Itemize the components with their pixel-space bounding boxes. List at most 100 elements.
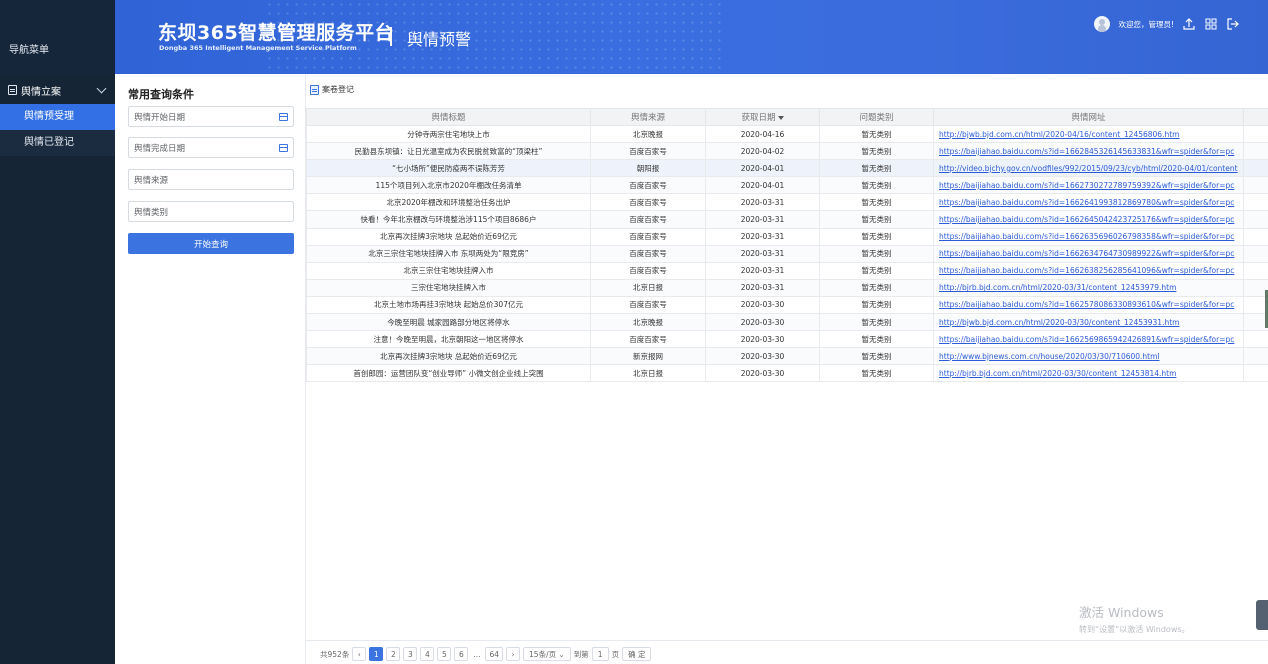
page-size-select[interactable]: 15条/页 ⌄ bbox=[523, 647, 571, 661]
watermark-line2: 转到“设置”以激活 Windows。 bbox=[1079, 625, 1190, 634]
cell-title: 北京再次挂牌3宗地块 总起始价近69亿元 bbox=[306, 347, 591, 366]
col-header-category[interactable]: 问题类别 bbox=[819, 108, 934, 126]
avatar[interactable] bbox=[1094, 16, 1111, 32]
welcome-text: 欢迎您，管理员! bbox=[1118, 19, 1174, 29]
cell-url[interactable]: https://baijiahao.baidu.com/s?id=1662635… bbox=[933, 227, 1244, 246]
cell-source: 北京晚报 bbox=[590, 124, 706, 144]
upload-icon[interactable] bbox=[1182, 17, 1196, 31]
cell-spacer bbox=[1243, 210, 1268, 229]
table-row[interactable]: 三宗住宅地块挂牌入市 北京日报 2020-03-31 暂无类别 http://bjrb.… bbox=[306, 278, 1268, 297]
page-button-2[interactable]: 2 bbox=[386, 647, 401, 661]
cell-url[interactable]: http://bjrb.bjd.com.cn/html/2020-03/31/c… bbox=[933, 278, 1244, 297]
page-button-5[interactable]: 5 bbox=[437, 647, 452, 661]
page-button-3[interactable]: 3 bbox=[403, 647, 418, 661]
watermark-line1: 激活 Windows bbox=[1079, 605, 1164, 620]
cell-date: 2020-03-30 bbox=[705, 313, 820, 332]
table-row[interactable]: 注意！今晚至明晨，北京朝阳这一地区将停水 百度百家号 2020-03-30 暂无类别 h… bbox=[306, 330, 1268, 349]
cell-title: 北京三宗住宅地块挂牌入市 bbox=[306, 261, 591, 280]
cell-url[interactable]: http://www.bjnews.com.cn/house/2020/03/3… bbox=[933, 347, 1244, 366]
sidebar-item-pre-accept[interactable]: 舆情预受理 bbox=[0, 104, 115, 130]
cell-spacer bbox=[1243, 347, 1268, 366]
next-page-button[interactable]: › bbox=[506, 647, 521, 661]
sidebar-item-registered[interactable]: 舆情已登记 bbox=[0, 130, 115, 156]
cell-url[interactable]: https://baijiahao.baidu.com/s?id=1662730… bbox=[933, 176, 1244, 195]
table-row[interactable]: 快看！今年北京棚改与环境整治涉115个项目8686户 百度百家号 2020-03-3… bbox=[306, 210, 1268, 229]
page-button-6[interactable]: 6 bbox=[454, 647, 469, 661]
table-row[interactable]: 北京三宗住宅地块挂牌入市 东坝两处为“限竞房” 百度百家号 2020-03-31 暂无… bbox=[306, 244, 1268, 263]
cell-category: 暂无类别 bbox=[819, 330, 934, 349]
cell-source: 百度百家号 bbox=[590, 193, 706, 212]
cell-url[interactable]: https://baijiahao.baidu.com/s?id=1662638… bbox=[933, 261, 1244, 280]
brand-subtitle: Dongba 365 Intelligent Management Servic… bbox=[159, 44, 357, 52]
cell-source: 朝阳报 bbox=[590, 159, 706, 178]
cell-url[interactable]: http://bjwb.bjd.com.cn/html/2020-04/16/c… bbox=[933, 124, 1244, 144]
cell-date: 2020-03-30 bbox=[705, 364, 820, 383]
table-row[interactable]: 北京三宗住宅地块挂牌入市 百度百家号 2020-03-31 暂无类别 https://b… bbox=[306, 261, 1268, 280]
col-header-date[interactable]: 获取日期 bbox=[705, 108, 820, 126]
floating-side-widget[interactable] bbox=[1256, 600, 1268, 630]
cell-url[interactable]: https://baijiahao.baidu.com/s?id=1662845… bbox=[933, 142, 1244, 161]
total-count: 共952条 bbox=[320, 649, 350, 659]
cell-source: 百度百家号 bbox=[590, 142, 706, 161]
category-field[interactable]: 舆情类别 bbox=[128, 201, 294, 222]
menu-group-opinion-filing[interactable]: 舆情立案 bbox=[0, 76, 115, 104]
register-button[interactable]: 案卷登记 bbox=[310, 84, 354, 95]
cell-url[interactable]: http://video.bjchy.gov.cn/vodfiles/992/2… bbox=[933, 159, 1244, 178]
goto-label: 到第 bbox=[573, 649, 589, 659]
start-date-placeholder: 舆情开始日期 bbox=[134, 112, 186, 123]
search-button[interactable]: 开始查询 bbox=[128, 233, 294, 254]
logout-icon[interactable] bbox=[1226, 17, 1240, 31]
goto-page-input[interactable]: 1 bbox=[591, 647, 609, 661]
cell-spacer bbox=[1243, 244, 1268, 263]
table-row[interactable]: 北京2020年棚改和环境整治任务出炉 百度百家号 2020-03-31 暂无类别 htt… bbox=[306, 193, 1268, 212]
col-header-source[interactable]: 舆情来源 bbox=[590, 108, 706, 126]
cell-date: 2020-04-02 bbox=[705, 142, 820, 161]
table-row[interactable]: 分钟寺两宗住宅地块上市 北京晚报 2020-04-16 暂无类别 http://bjwb… bbox=[306, 124, 1268, 144]
calendar-icon[interactable] bbox=[279, 143, 288, 152]
table-row[interactable]: 民勤县东坝镇：让日光温室成为农民脱贫致富的“顶梁柱” 百度百家号 2020-04-0… bbox=[306, 142, 1268, 161]
table-row[interactable]: 首创郎园：运营团队变“创业导师” 小微文创企业线上突围 北京日报 2020-03-3… bbox=[306, 364, 1268, 383]
page-button-1[interactable]: 1 bbox=[369, 647, 384, 661]
goto-confirm-button[interactable]: 确 定 bbox=[622, 647, 652, 661]
pager-ellipsis: ... bbox=[473, 649, 481, 659]
cell-category: 暂无类别 bbox=[819, 364, 934, 383]
cell-url[interactable]: https://baijiahao.baidu.com/s?id=1662578… bbox=[933, 295, 1244, 315]
start-date-field[interactable]: 舆情开始日期 bbox=[128, 106, 294, 127]
col-header-url[interactable]: 舆情网址 bbox=[933, 108, 1244, 126]
cell-date: 2020-03-30 bbox=[705, 330, 820, 349]
page-unit-label: 页 bbox=[611, 649, 620, 659]
end-date-field[interactable]: 舆情完成日期 bbox=[128, 137, 294, 158]
table-row[interactable]: “七小场所”便民防疫两不误陈芳芳 朝阳报 2020-04-01 暂无类别 http://… bbox=[306, 159, 1268, 178]
table-row[interactable]: 北京再次挂牌3宗地块 总起始价近69亿元 新京报网 2020-03-30 暂无类别 ht… bbox=[306, 347, 1268, 366]
cell-title: “七小场所”便民防疫两不误陈芳芳 bbox=[306, 159, 591, 178]
cell-url[interactable]: https://baijiahao.baidu.com/s?id=1662634… bbox=[933, 244, 1244, 263]
cell-title: 今晚至明晨 城家园路部分地区将停水 bbox=[306, 313, 591, 332]
cell-url[interactable]: https://baijiahao.baidu.com/s?id=1662645… bbox=[933, 210, 1244, 229]
page-button-4[interactable]: 4 bbox=[420, 647, 435, 661]
source-field[interactable]: 舆情来源 bbox=[128, 169, 294, 190]
cell-category: 暂无类别 bbox=[819, 313, 934, 332]
cell-url[interactable]: http://bjwb.bjd.com.cn/html/2020-03/30/c… bbox=[933, 313, 1244, 332]
brand-title: 东坝365智慧管理服务平台 bbox=[158, 22, 395, 44]
cell-source: 北京日报 bbox=[590, 278, 706, 297]
grid-icon[interactable] bbox=[1204, 17, 1218, 31]
cell-spacer bbox=[1243, 364, 1268, 383]
col-header-title[interactable]: 舆情标题 bbox=[306, 108, 591, 126]
cell-url[interactable]: https://baijiahao.baidu.com/s?id=1662641… bbox=[933, 193, 1244, 212]
calendar-icon[interactable] bbox=[279, 112, 288, 121]
table-row[interactable]: 115个项目列入北京市2020年棚改任务清单 百度百家号 2020-04-01 暂无类… bbox=[306, 176, 1268, 195]
category-placeholder: 舆情类别 bbox=[134, 207, 169, 218]
prev-page-button[interactable]: ‹ bbox=[352, 647, 367, 661]
cell-category: 暂无类别 bbox=[819, 210, 934, 229]
cell-spacer bbox=[1243, 159, 1268, 178]
cell-url[interactable]: http://bjrb.bjd.com.cn/html/2020-03/30/c… bbox=[933, 364, 1244, 383]
cell-source: 百度百家号 bbox=[590, 330, 706, 349]
cell-source: 百度百家号 bbox=[590, 261, 706, 280]
table-row[interactable]: 今晚至明晨 城家园路部分地区将停水 北京晚报 2020-03-30 暂无类别 http:… bbox=[306, 313, 1268, 332]
cell-url[interactable]: https://baijiahao.baidu.com/s?id=1662569… bbox=[933, 330, 1244, 349]
opinion-table: 舆情标题 舆情来源 获取日期 问题类别 舆情网址 分钟寺两宗住宅地块上市 北京晚报… bbox=[306, 108, 1268, 383]
page-button-last[interactable]: 64 bbox=[485, 647, 504, 661]
sort-desc-icon[interactable] bbox=[777, 115, 784, 120]
table-row[interactable]: 北京土地市场再挂3宗地块 起始总价307亿元 百度百家号 2020-03-30 暂无类… bbox=[306, 295, 1268, 315]
table-row[interactable]: 北京再次挂牌3宗地块 总起始价近69亿元 百度百家号 2020-03-31 暂无类别 h… bbox=[306, 227, 1268, 246]
